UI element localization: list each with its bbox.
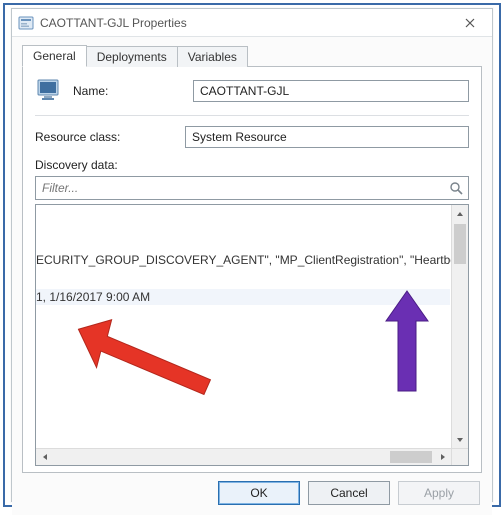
- tab-deployments[interactable]: Deployments: [86, 46, 178, 67]
- tab-general[interactable]: General: [22, 45, 87, 67]
- tabpanel-general: Name: Resource class: Discovery data: SE…: [22, 67, 482, 473]
- name-row: Name:: [35, 77, 469, 105]
- filter-input[interactable]: [35, 176, 469, 200]
- ok-button[interactable]: OK: [218, 481, 300, 505]
- scroll-up-button[interactable]: [452, 205, 468, 222]
- tabstrip: General Deployments Variables: [22, 45, 482, 67]
- vscroll-track[interactable]: [452, 222, 468, 431]
- vertical-scrollbar[interactable]: [451, 205, 468, 448]
- scroll-left-button[interactable]: [36, 449, 53, 465]
- separator: [35, 115, 469, 116]
- properties-dialog: CAOTTANT-GJL Properties General Deployme…: [11, 8, 493, 502]
- tab-variables[interactable]: Variables: [177, 46, 248, 67]
- scroll-right-button[interactable]: [434, 449, 451, 465]
- hscroll-track[interactable]: [53, 449, 434, 465]
- discovery-data-label: Discovery data:: [35, 158, 469, 172]
- scroll-corner: [451, 448, 468, 465]
- discovery-time-row: 1, 1/16/2017 9:00 AM: [35, 289, 450, 305]
- filter-wrap: [35, 176, 469, 200]
- resource-class-field[interactable]: [185, 126, 469, 148]
- close-button[interactable]: [450, 9, 490, 37]
- dialog-buttons: OK Cancel Apply: [12, 473, 492, 515]
- discovery-list[interactable]: SECURITY_GROUP_DISCOVERY_AGENT", "MP_Cli…: [35, 204, 469, 466]
- search-icon[interactable]: [447, 179, 465, 197]
- scroll-down-button[interactable]: [452, 431, 468, 448]
- titlebar: CAOTTANT-GJL Properties: [12, 9, 492, 37]
- computer-icon: [35, 77, 67, 105]
- resource-class-label: Resource class:: [35, 130, 185, 144]
- client-area: General Deployments Variables Name:: [12, 37, 492, 473]
- properties-icon: [18, 15, 34, 31]
- hscroll-thumb[interactable]: [390, 451, 432, 463]
- window-title: CAOTTANT-GJL Properties: [40, 16, 450, 30]
- discovery-agents-row: SECURITY_GROUP_DISCOVERY_AGENT", "MP_Cli…: [35, 253, 469, 267]
- name-field[interactable]: [193, 80, 469, 102]
- horizontal-scrollbar[interactable]: [36, 448, 451, 465]
- apply-button[interactable]: Apply: [398, 481, 480, 505]
- name-label: Name:: [73, 84, 193, 98]
- resource-class-row: Resource class:: [35, 126, 469, 148]
- vscroll-thumb[interactable]: [454, 224, 466, 264]
- cancel-button[interactable]: Cancel: [308, 481, 390, 505]
